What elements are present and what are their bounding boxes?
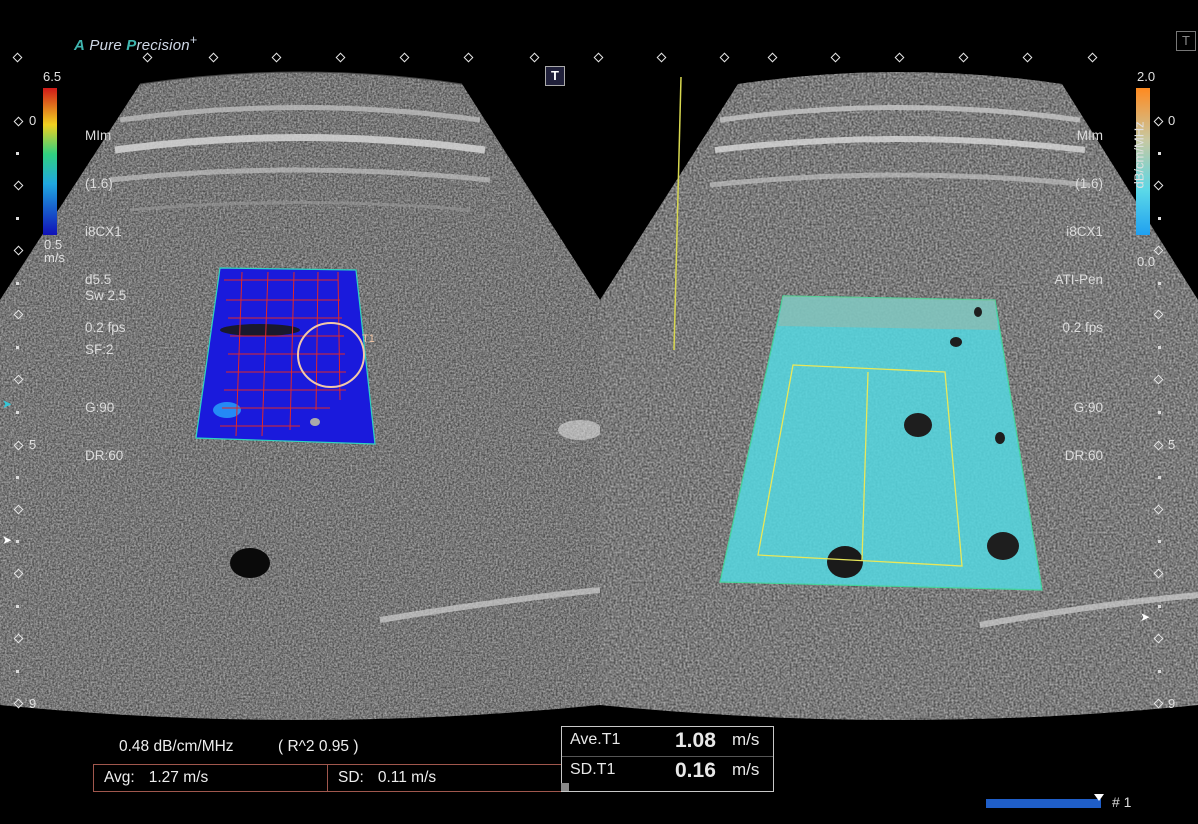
depth-tick bbox=[16, 476, 19, 479]
depth-tick bbox=[1158, 476, 1161, 479]
cine-frame-number: # 1 bbox=[1112, 794, 1132, 810]
depth-tick bbox=[1158, 670, 1161, 673]
avg-label: Avg: bbox=[104, 769, 135, 786]
left-depth-0: 0 bbox=[29, 113, 37, 128]
results-box: Ave.T1 1.08 m/s SD.T1 0.16 m/s bbox=[561, 726, 774, 792]
ati-scale-unit: dB/cm/MHz bbox=[1131, 121, 1147, 189]
brand-logo: A Pure Precision+ bbox=[74, 33, 198, 54]
right-depth-0: 0 bbox=[1168, 113, 1176, 128]
t-marker-button-right[interactable]: T bbox=[1176, 31, 1196, 51]
right-params: MIm (1.6) i8CX1 ATI-Pen 0.2 fps G:90 DR:… bbox=[1054, 128, 1103, 463]
depth-tick bbox=[1158, 346, 1161, 349]
depth-tick bbox=[1158, 540, 1161, 543]
depth-tick bbox=[16, 282, 19, 285]
sf-value: SF:2 bbox=[85, 342, 114, 357]
depth-tick bbox=[16, 540, 19, 543]
results-box-handle[interactable] bbox=[561, 783, 569, 791]
sw-value: Sw 2.5 bbox=[85, 288, 127, 303]
ati-scale-max: 2.0 bbox=[1137, 69, 1156, 84]
right-depth-9: 9 bbox=[1168, 696, 1176, 711]
depth-tick bbox=[16, 605, 19, 608]
focus-marker-icon-2[interactable]: ➤ bbox=[2, 533, 12, 547]
depth-tick bbox=[1158, 411, 1161, 414]
depth-tick bbox=[1158, 282, 1161, 285]
depth-tick bbox=[1158, 605, 1161, 608]
cine-progress-bar bbox=[986, 799, 1101, 808]
sd-t1-value: 0.16 bbox=[675, 759, 716, 782]
sd-t1-label: SD.T1 bbox=[570, 761, 616, 778]
sd-value: 0.11 m/s bbox=[377, 769, 437, 786]
depth-tick bbox=[16, 217, 19, 220]
sd-label: SD: bbox=[338, 769, 364, 786]
roi-label: T1 bbox=[362, 333, 375, 345]
depth-tick bbox=[1158, 217, 1161, 220]
ati-value: 0.48 dB/cm/MHz bbox=[119, 738, 234, 755]
ave-unit: m/s bbox=[732, 730, 760, 749]
cursor-icon: ➤ bbox=[1140, 610, 1151, 624]
ultrasound-image-area bbox=[0, 71, 1198, 808]
t-marker-button[interactable]: T bbox=[545, 66, 565, 86]
avg-value: 1.27 m/s bbox=[148, 769, 209, 786]
measurement-summary-row: Avg: 1.27 m/s SD: 0.11 m/s bbox=[93, 764, 562, 792]
depth-tick bbox=[16, 411, 19, 414]
right-depth-5: 5 bbox=[1168, 437, 1176, 452]
depth-tick bbox=[1158, 152, 1161, 155]
ati-scale-min: 0.0 bbox=[1137, 254, 1156, 269]
r2-value: ( R^2 0.95 ) bbox=[278, 738, 359, 755]
left-depth-9: 9 bbox=[29, 696, 37, 711]
depth-tick bbox=[16, 152, 19, 155]
depth-tick bbox=[16, 670, 19, 673]
sd-t1-unit: m/s bbox=[732, 760, 760, 779]
depth-tick bbox=[16, 346, 19, 349]
swe-scale-min: 0.5 m/s bbox=[44, 237, 65, 265]
swe-scale-max: 6.5 bbox=[43, 69, 62, 84]
ave-label: Ave.T1 bbox=[570, 731, 621, 748]
left-depth-5: 5 bbox=[29, 437, 37, 452]
swe-color-scale bbox=[43, 88, 57, 235]
focus-marker-icon[interactable]: ➤ bbox=[2, 397, 12, 411]
ave-value: 1.08 bbox=[675, 729, 716, 752]
